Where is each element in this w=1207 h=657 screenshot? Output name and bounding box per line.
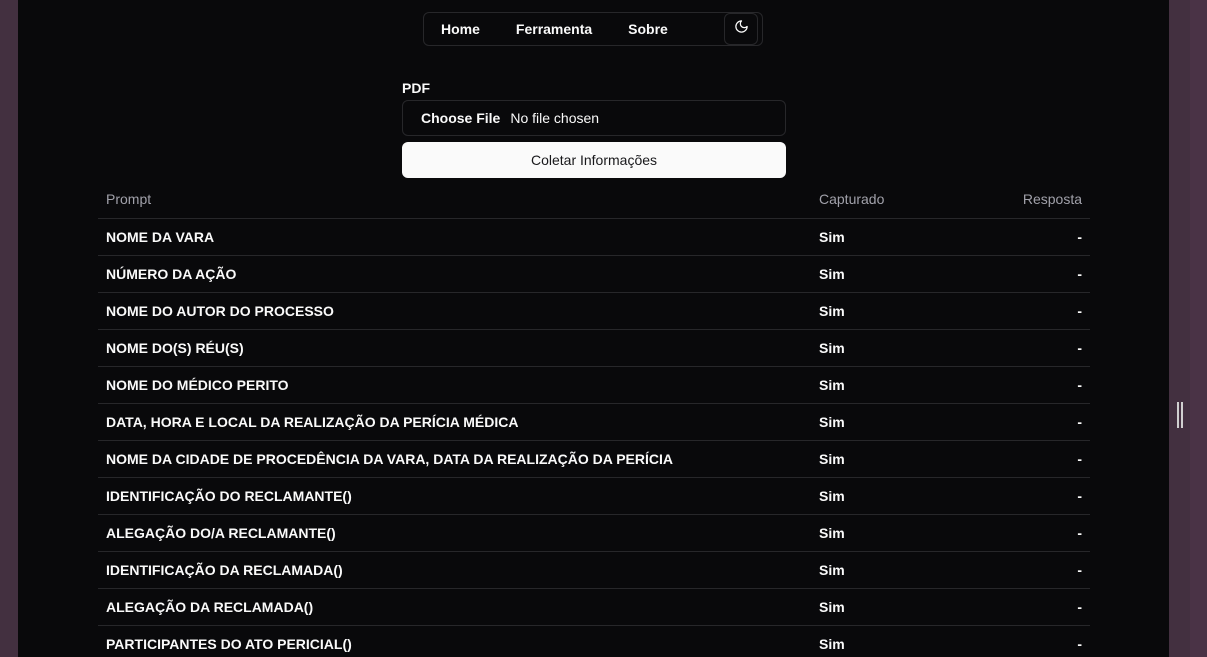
cell-prompt: ALEGAÇÃO DA RECLAMADA() bbox=[98, 588, 811, 626]
table-row: NOME DA CIDADE DE PROCEDÊNCIA DA VARA, D… bbox=[98, 440, 1090, 478]
cell-capturado: Sim bbox=[811, 625, 977, 657]
pdf-label: PDF bbox=[402, 80, 430, 96]
cell-prompt: ALEGAÇÃO DO/A RECLAMANTE() bbox=[98, 514, 811, 552]
cell-prompt: PARTICIPANTES DO ATO PERICIAL() bbox=[98, 625, 811, 657]
header-prompt: Prompt bbox=[98, 180, 811, 219]
cell-resposta: - bbox=[977, 366, 1090, 404]
cell-prompt: NOME DA CIDADE DE PROCEDÊNCIA DA VARA, D… bbox=[98, 440, 811, 478]
table-row: NOME DO AUTOR DO PROCESSO Sim - bbox=[98, 292, 1090, 330]
main-panel: Home Ferramenta Sobre PDF Choose File No… bbox=[18, 0, 1169, 657]
cell-resposta: - bbox=[977, 477, 1090, 515]
theme-toggle-button[interactable] bbox=[724, 13, 758, 45]
top-nav: Home Ferramenta Sobre bbox=[423, 12, 763, 46]
cell-prompt: NOME DO AUTOR DO PROCESSO bbox=[98, 292, 811, 330]
cell-capturado: Sim bbox=[811, 551, 977, 589]
cell-prompt: IDENTIFICAÇÃO DA RECLAMADA() bbox=[98, 551, 811, 589]
nav-item-ferramenta[interactable]: Ferramenta bbox=[498, 13, 610, 45]
cell-capturado: Sim bbox=[811, 588, 977, 626]
nav-item-sobre[interactable]: Sobre bbox=[610, 13, 686, 45]
table-row: IDENTIFICAÇÃO DO RECLAMANTE() Sim - bbox=[98, 477, 1090, 515]
file-status: No file chosen bbox=[510, 110, 600, 126]
choose-file-button[interactable]: Choose File bbox=[421, 110, 500, 126]
table-row: IDENTIFICAÇÃO DA RECLAMADA() Sim - bbox=[98, 551, 1090, 589]
table-row: DATA, HORA E LOCAL DA REALIZAÇÃO DA PERÍ… bbox=[98, 403, 1090, 441]
cell-capturado: Sim bbox=[811, 403, 977, 441]
cell-resposta: - bbox=[977, 625, 1090, 657]
upload-form: PDF Choose File No file chosen Coletar I… bbox=[402, 78, 786, 178]
table-row: PARTICIPANTES DO ATO PERICIAL() Sim - bbox=[98, 625, 1090, 657]
cell-capturado: Sim bbox=[811, 477, 977, 515]
cell-resposta: - bbox=[977, 588, 1090, 626]
moon-icon bbox=[734, 19, 749, 39]
table-row: NOME DA VARA Sim - bbox=[98, 218, 1090, 256]
cell-resposta: - bbox=[977, 329, 1090, 367]
collect-info-button[interactable]: Coletar Informações bbox=[402, 142, 786, 178]
cell-prompt: DATA, HORA E LOCAL DA REALIZAÇÃO DA PERÍ… bbox=[98, 403, 811, 441]
cell-capturado: Sim bbox=[811, 514, 977, 552]
cell-capturado: Sim bbox=[811, 329, 977, 367]
table-row: NOME DO(S) RÉU(S) Sim - bbox=[98, 329, 1090, 367]
table-header-row: Prompt Capturado Resposta bbox=[98, 180, 1090, 219]
table-row: NÚMERO DA AÇÃO Sim - bbox=[98, 255, 1090, 293]
header-capturado: Capturado bbox=[811, 180, 977, 219]
header-resposta: Resposta bbox=[977, 180, 1090, 219]
cell-resposta: - bbox=[977, 255, 1090, 293]
cell-prompt: NÚMERO DA AÇÃO bbox=[98, 255, 811, 293]
cell-prompt: NOME DO(S) RÉU(S) bbox=[98, 329, 811, 367]
cell-capturado: Sim bbox=[811, 440, 977, 478]
table-row: ALEGAÇÃO DO/A RECLAMANTE() Sim - bbox=[98, 514, 1090, 552]
cell-capturado: Sim bbox=[811, 255, 977, 293]
results-table: Prompt Capturado Resposta NOME DA VARA Si… bbox=[98, 180, 1090, 657]
cell-resposta: - bbox=[977, 440, 1090, 478]
cell-resposta: - bbox=[977, 514, 1090, 552]
resize-handle[interactable] bbox=[1177, 402, 1183, 428]
pdf-file-input[interactable]: Choose File No file chosen bbox=[402, 100, 786, 136]
cell-prompt: NOME DA VARA bbox=[98, 218, 811, 256]
cell-prompt: IDENTIFICAÇÃO DO RECLAMANTE() bbox=[98, 477, 811, 515]
nav-item-home[interactable]: Home bbox=[423, 13, 498, 45]
table-row: ALEGAÇÃO DA RECLAMADA() Sim - bbox=[98, 588, 1090, 626]
cell-capturado: Sim bbox=[811, 292, 977, 330]
cell-capturado: Sim bbox=[811, 366, 977, 404]
cell-prompt: NOME DO MÉDICO PERITO bbox=[98, 366, 811, 404]
cell-resposta: - bbox=[977, 218, 1090, 256]
cell-capturado: Sim bbox=[811, 218, 977, 256]
page-background-strip bbox=[1190, 0, 1207, 657]
cell-resposta: - bbox=[977, 551, 1090, 589]
cell-resposta: - bbox=[977, 292, 1090, 330]
cell-resposta: - bbox=[977, 403, 1090, 441]
table-row: NOME DO MÉDICO PERITO Sim - bbox=[98, 366, 1090, 404]
